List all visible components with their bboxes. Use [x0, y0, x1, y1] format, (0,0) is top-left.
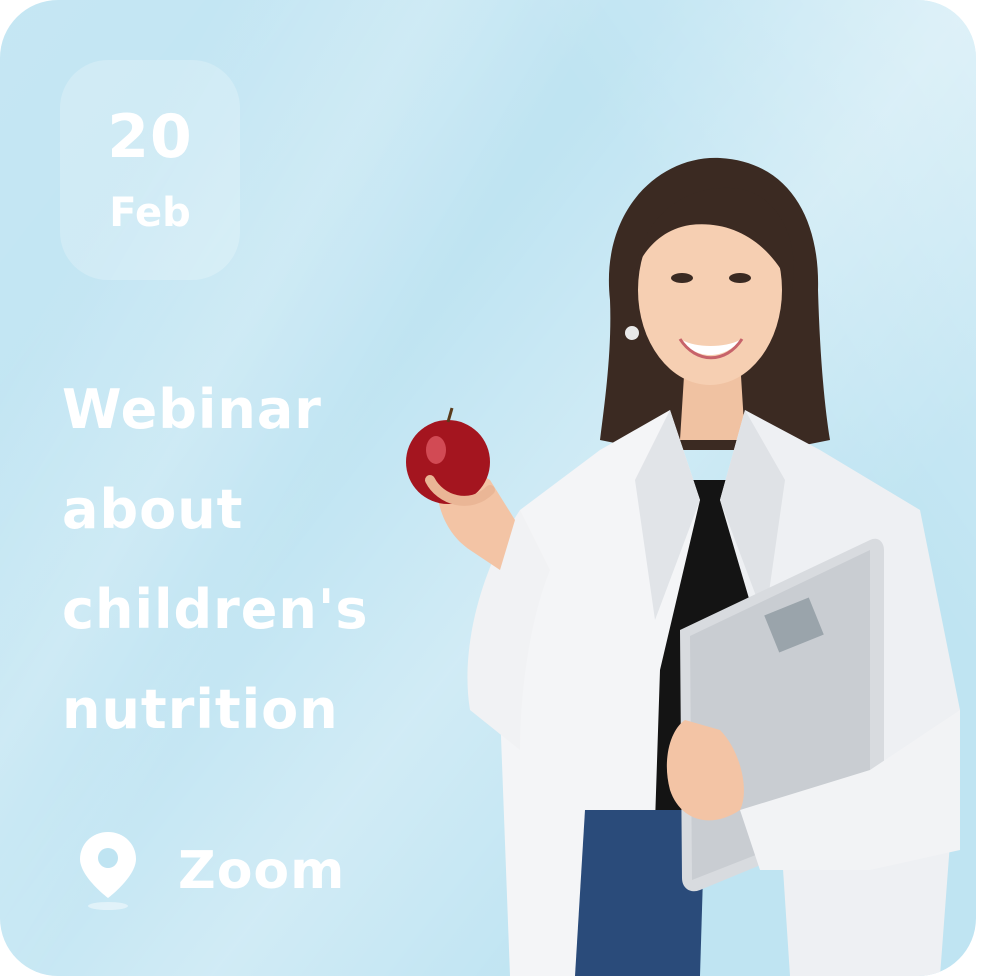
event-card[interactable]: 20 Feb Webinar about children's nutritio…	[0, 0, 976, 976]
date-day: 20	[107, 102, 193, 172]
presenter-photo	[406, 157, 960, 976]
event-title: Webinar about children's nutrition	[62, 360, 422, 760]
event-title-line: nutrition	[62, 678, 339, 741]
location-pin-icon	[78, 830, 138, 912]
event-title-line: about	[62, 478, 244, 541]
event-location: Zoom	[78, 826, 345, 916]
event-title-line: children's	[62, 578, 369, 641]
event-title-line: Webinar	[62, 378, 322, 441]
location-label: Zoom	[178, 841, 346, 901]
date-month: Feb	[109, 190, 191, 236]
date-badge: 20 Feb	[60, 60, 240, 280]
